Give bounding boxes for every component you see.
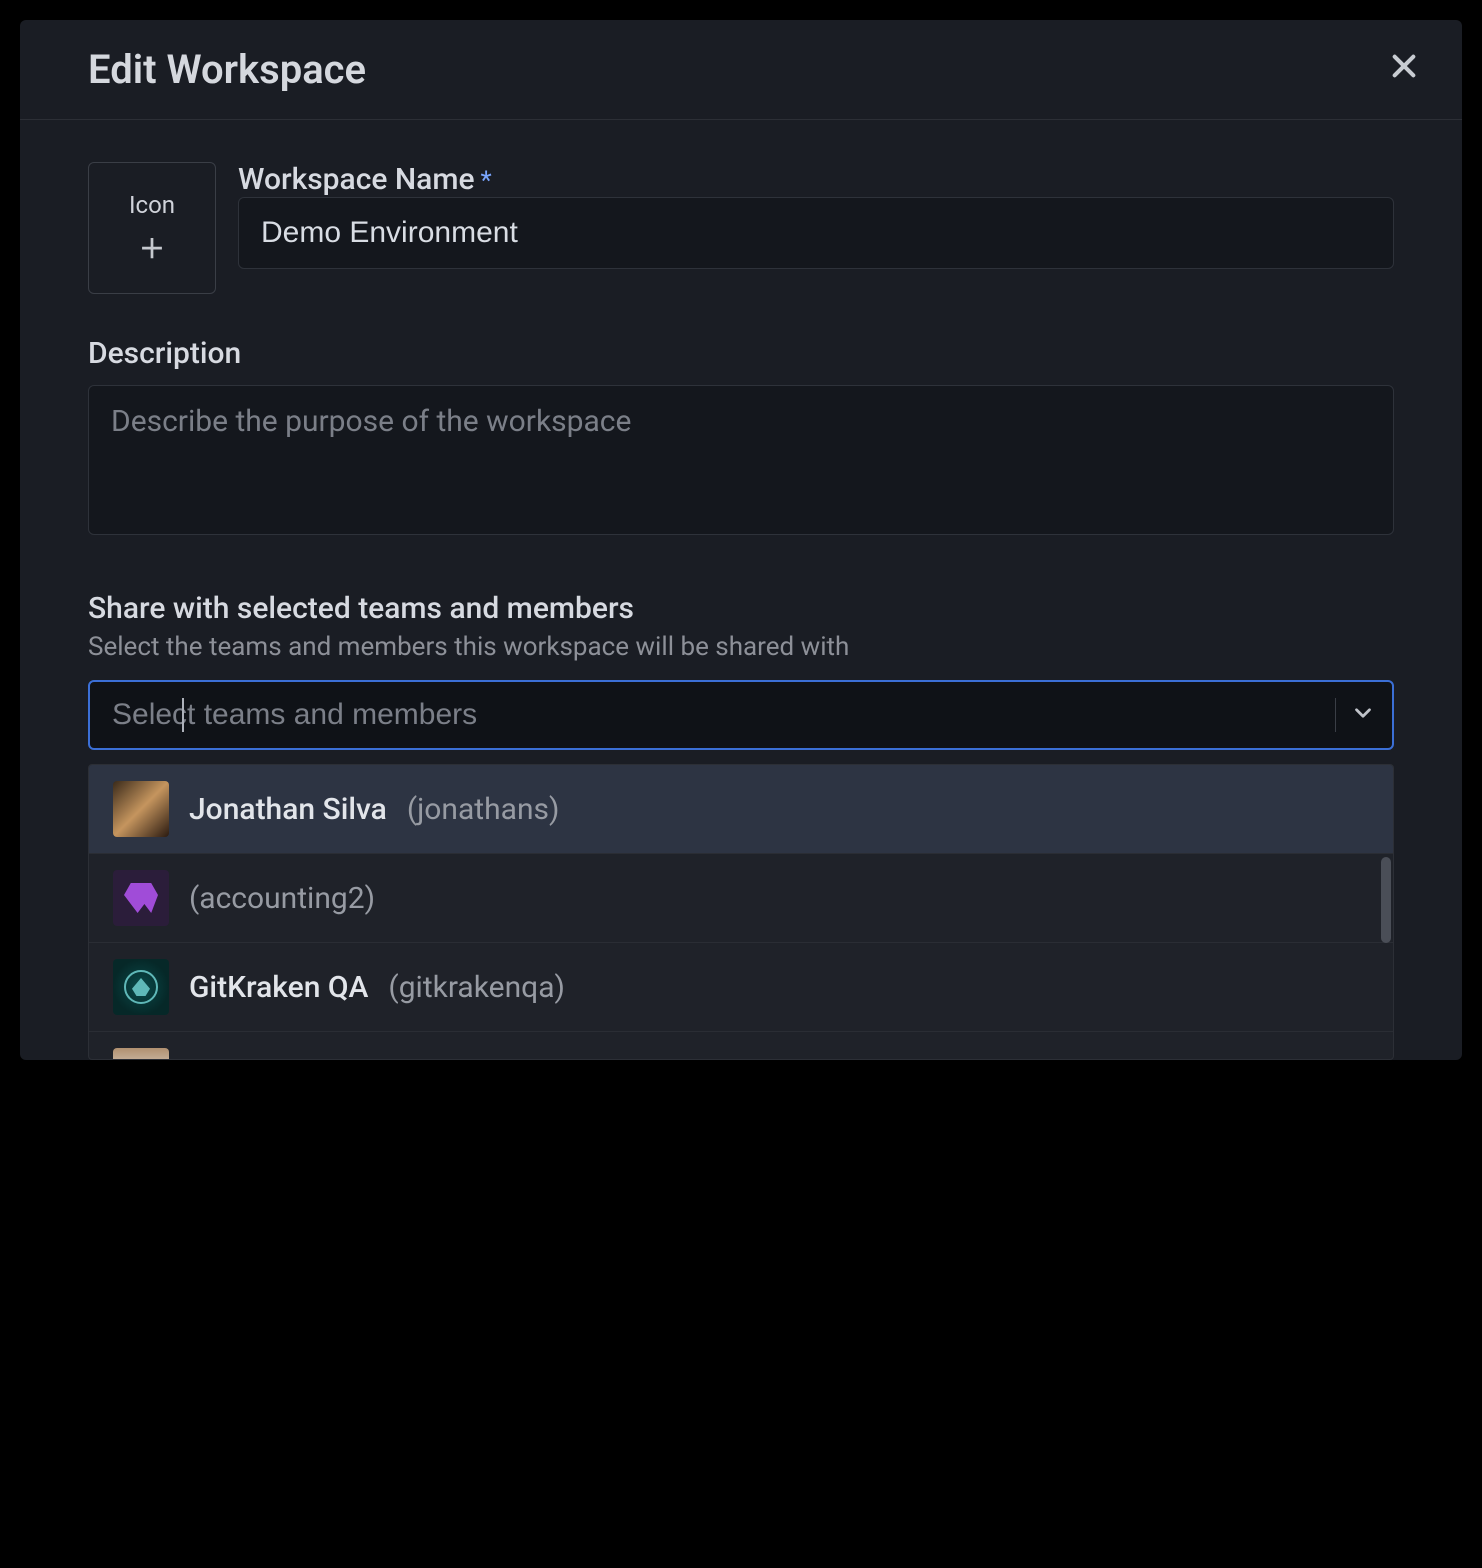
option-handle: (gitkrakenqa): [388, 970, 565, 1005]
dropdown-option[interactable]: GitKraken QA (gitkrakenqa): [89, 943, 1393, 1032]
modal-title: Edit Workspace: [88, 46, 366, 93]
top-row: Icon ＋ Workspace Name*: [88, 162, 1394, 294]
share-subtitle: Select the teams and members this worksp…: [88, 632, 1394, 662]
option-name: Jonathan Silva: [189, 792, 387, 827]
workspace-name-field: Workspace Name*: [238, 162, 1394, 294]
scrollbar-thumb[interactable]: [1381, 857, 1391, 943]
text-cursor: [182, 698, 184, 732]
dropdown-option[interactable]: Miggy Eusebio (miggy-e): [89, 1032, 1393, 1060]
avatar: [113, 959, 169, 1015]
option-handle: (miggy-e): [405, 1059, 531, 1061]
modal-body: Icon ＋ Workspace Name* Description Share…: [20, 120, 1462, 750]
share-dropdown: Jonathan Silva (jonathans) (accounting2)…: [88, 764, 1394, 1060]
plus-icon: ＋: [139, 229, 165, 266]
modal-header: Edit Workspace: [20, 20, 1462, 120]
share-select-input[interactable]: [112, 698, 1321, 732]
option-handle: (accounting2): [189, 881, 375, 916]
field-label-row: Workspace Name*: [238, 162, 1394, 197]
icon-picker[interactable]: Icon ＋: [88, 162, 216, 294]
share-section: Share with selected teams and members Se…: [88, 591, 1394, 750]
share-select[interactable]: [88, 680, 1394, 750]
option-name: Miggy Eusebio: [189, 1059, 385, 1061]
dropdown-option[interactable]: Jonathan Silva (jonathans): [89, 765, 1393, 854]
avatar: [113, 870, 169, 926]
option-handle: (jonathans): [407, 792, 560, 827]
dropdown-option[interactable]: (accounting2): [89, 854, 1393, 943]
icon-picker-label: Icon: [129, 191, 175, 219]
description-textarea[interactable]: [88, 385, 1394, 535]
workspace-name-input[interactable]: [238, 197, 1394, 269]
option-name: GitKraken QA: [189, 970, 368, 1005]
avatar: [113, 1048, 169, 1060]
workspace-name-label: Workspace Name: [238, 162, 475, 197]
description-label: Description: [88, 336, 1394, 371]
edit-workspace-modal: Edit Workspace Icon ＋ Workspace Name* De…: [20, 20, 1462, 1060]
chevron-down-icon[interactable]: [1350, 700, 1376, 730]
avatar: [113, 781, 169, 837]
share-title: Share with selected teams and members: [88, 591, 1394, 626]
select-divider: [1335, 698, 1336, 732]
required-asterisk: *: [481, 166, 492, 196]
close-icon[interactable]: [1388, 50, 1420, 89]
